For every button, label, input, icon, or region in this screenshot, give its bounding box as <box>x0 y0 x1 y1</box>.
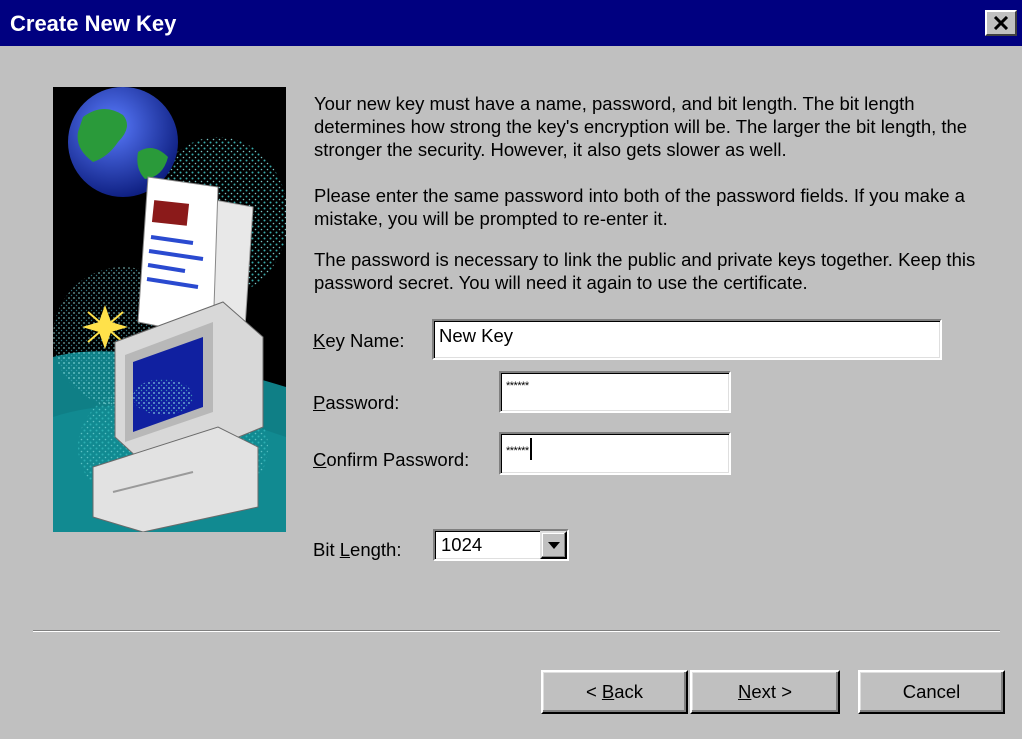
confirm-password-label: Confirm Password: <box>313 449 470 470</box>
intro-paragraph-2: Please enter the same password into both… <box>314 185 965 229</box>
wizard-illustration <box>53 87 286 532</box>
confirm-password-input[interactable]: ****** <box>499 432 731 475</box>
next-button[interactable]: Next > <box>690 670 840 714</box>
key-name-input[interactable]: New Key <box>432 319 942 360</box>
password-label: Password: <box>313 392 400 413</box>
password-value: ****** <box>506 380 529 392</box>
intro-paragraph-1: Your new key must have a name, password,… <box>314 93 968 160</box>
password-input[interactable]: ****** <box>499 371 731 413</box>
window-title: Create New Key <box>10 11 177 36</box>
globe-document-computer-icon <box>53 87 286 532</box>
close-button[interactable] <box>985 10 1017 36</box>
separator <box>33 630 1000 632</box>
dropdown-arrow-icon <box>547 541 560 549</box>
back-button[interactable]: < Back <box>541 670 688 714</box>
title-bar[interactable]: Create New Key <box>0 0 1022 46</box>
create-new-key-dialog: Create New Key Your new key must have a … <box>0 0 1022 739</box>
bit-length-value: 1024 <box>441 534 483 555</box>
key-name-label: Key Name: <box>313 330 405 351</box>
key-name-value: New Key <box>439 325 514 346</box>
intro-paragraph-3: The password is necessary to link the pu… <box>314 249 976 293</box>
close-icon <box>993 16 1009 30</box>
bit-length-label: Bit Length: <box>313 539 402 560</box>
cancel-button[interactable]: Cancel <box>858 670 1005 714</box>
bit-length-dropdown-button[interactable] <box>540 531 567 559</box>
text-caret <box>529 438 532 460</box>
confirm-password-value: ****** <box>506 444 529 457</box>
